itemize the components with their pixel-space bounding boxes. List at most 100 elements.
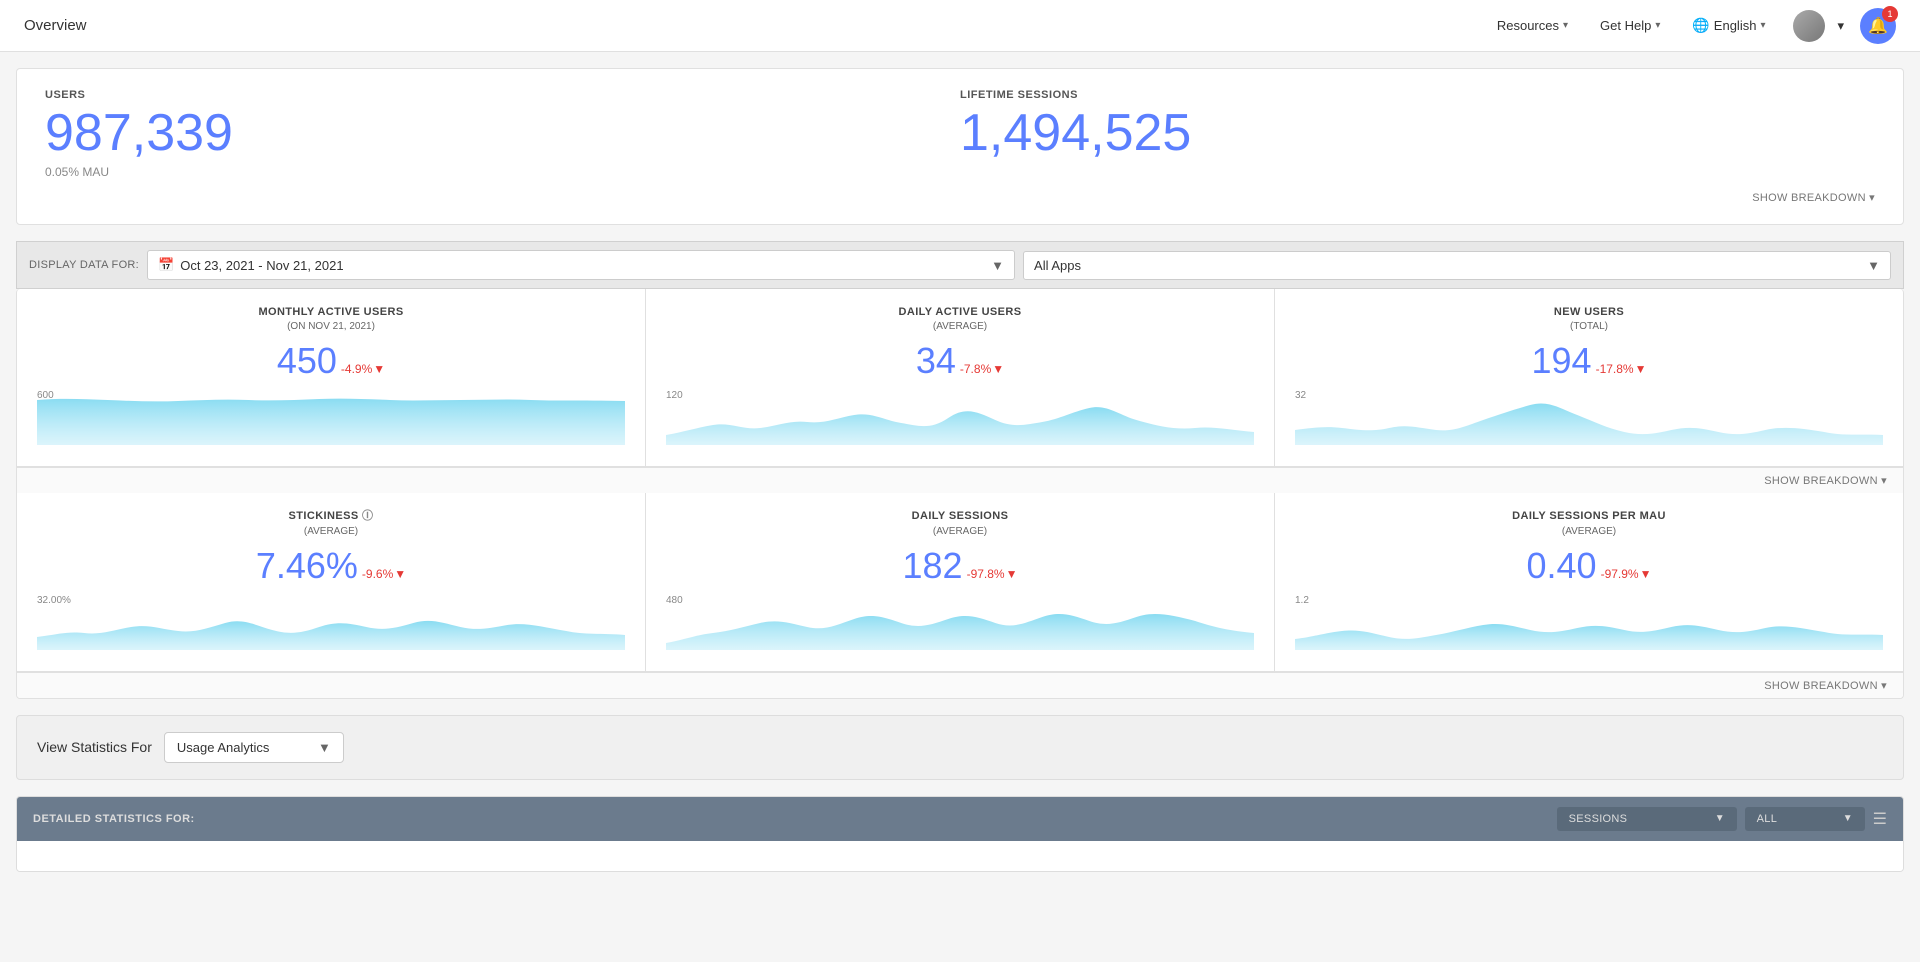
- metric-dspm-title: DAILY SESSIONS PER MAU: [1295, 509, 1883, 523]
- stickiness-chart-label: 32.00%: [37, 595, 71, 606]
- daily-sessions-trend-icon: ▼: [1006, 567, 1018, 581]
- metric-dspm-value-row: 0.40 -97.9% ▼: [1295, 545, 1883, 587]
- metric-stickiness-chart: 32.00%: [37, 595, 625, 655]
- sessions-label: LIFETIME SESSIONS: [960, 89, 1875, 101]
- daily-sessions-sparkline: [666, 595, 1254, 650]
- metric-new-users-chart: 32: [1295, 390, 1883, 450]
- nav-right-area: Resources ▾ Get Help ▾ 🌐 English ▾ ▾ 🔔 1: [1485, 6, 1896, 46]
- new-users-trend-icon: ▼: [1635, 362, 1647, 376]
- daily-sessions-chart-label: 480: [666, 595, 683, 606]
- metric-mau-value: 450: [277, 340, 337, 382]
- metric-dspm-chart: 1.2: [1295, 595, 1883, 655]
- hamburger-icon[interactable]: ☰: [1873, 809, 1887, 829]
- top-navigation: Overview Resources ▾ Get Help ▾ 🌐 Englis…: [0, 0, 1920, 52]
- metric-new-users: NEW USERS (TOTAL) 194 -17.8% ▼ 32: [1275, 289, 1903, 466]
- get-help-label: Get Help: [1600, 18, 1651, 33]
- metrics-row1-breakdown-button[interactable]: SHOW BREAKDOWN ▾: [1764, 474, 1887, 487]
- metrics-row2-footer: SHOW BREAKDOWN ▾: [17, 672, 1903, 698]
- main-content: USERS 987,339 0.05% MAU LIFETIME SESSION…: [0, 68, 1920, 872]
- metric-mau-change: -4.9% ▼: [341, 362, 385, 376]
- metric-new-users-value: 194: [1532, 340, 1592, 382]
- dspm-trend-icon: ▼: [1640, 567, 1652, 581]
- notification-button[interactable]: 🔔 1: [1860, 8, 1896, 44]
- metric-new-users-subtitle: (TOTAL): [1295, 321, 1883, 332]
- show-breakdown-button[interactable]: SHOW BREAKDOWN ▾: [1752, 191, 1875, 204]
- metric-stickiness-subtitle: (AVERAGE): [37, 526, 625, 537]
- metrics-row-2: STICKINESS ⓘ (AVERAGE) 7.46% -9.6% ▼ 32.…: [17, 493, 1903, 671]
- metrics-row2-breakdown-button[interactable]: SHOW BREAKDOWN ▾: [1764, 679, 1887, 692]
- resources-label: Resources: [1497, 18, 1559, 33]
- user-menu[interactable]: ▾: [1785, 6, 1852, 46]
- metric-daily-sessions-value: 182: [903, 545, 963, 587]
- detailed-stats-all-selector[interactable]: ALL ▼: [1745, 807, 1865, 831]
- app-filter-selector[interactable]: All Apps ▼: [1023, 251, 1891, 280]
- app-dropdown-arrow-icon: ▼: [1867, 258, 1880, 273]
- metric-stickiness-change: -9.6% ▼: [362, 567, 406, 581]
- view-stats-label: View Statistics For: [37, 739, 152, 755]
- sessions-dropdown-arrow-icon: ▼: [1715, 813, 1725, 824]
- language-button[interactable]: 🌐 English ▾: [1680, 11, 1777, 40]
- users-value: 987,339: [45, 107, 960, 159]
- view-stats-row: View Statistics For Usage Analytics ▼: [37, 732, 1883, 763]
- dau-sparkline: [666, 390, 1254, 445]
- stickiness-info-icon: ⓘ: [362, 510, 373, 522]
- globe-icon: 🌐: [1692, 17, 1709, 34]
- metric-daily-sessions-value-row: 182 -97.8% ▼: [666, 545, 1254, 587]
- sessions-stat-block: LIFETIME SESSIONS 1,494,525: [960, 89, 1875, 179]
- metric-dau-value: 34: [916, 340, 956, 382]
- notification-badge: 1: [1882, 6, 1898, 22]
- dspm-sparkline: [1295, 595, 1883, 650]
- metric-daily-sessions-change: -97.8% ▼: [967, 567, 1018, 581]
- metric-dau-subtitle: (AVERAGE): [666, 321, 1254, 332]
- mau-chart-label: 600: [37, 390, 54, 401]
- new-users-sparkline: [1295, 390, 1883, 445]
- metric-dau-title: DAILY ACTIVE USERS: [666, 305, 1254, 319]
- metric-mau-value-row: 450 -4.9% ▼: [37, 340, 625, 382]
- metric-daily-sessions: DAILY SESSIONS (AVERAGE) 182 -97.8% ▼ 48…: [646, 493, 1275, 670]
- metric-mau-chart: 600: [37, 390, 625, 450]
- view-stats-selector[interactable]: Usage Analytics ▼: [164, 732, 344, 763]
- metrics-row1-footer: SHOW BREAKDOWN ▾: [17, 467, 1903, 493]
- mau-sparkline: [37, 390, 625, 445]
- metric-new-users-title: NEW USERS: [1295, 305, 1883, 319]
- metric-daily-sessions-per-mau: DAILY SESSIONS PER MAU (AVERAGE) 0.40 -9…: [1275, 493, 1903, 670]
- metrics-row-1: MONTHLY ACTIVE USERS (ON NOV 21, 2021) 4…: [17, 289, 1903, 467]
- metric-mau-subtitle: (ON NOV 21, 2021): [37, 321, 625, 332]
- language-arrow-icon: ▾: [1760, 20, 1765, 31]
- date-range-text: Oct 23, 2021 - Nov 21, 2021: [180, 258, 985, 273]
- filter-bar: DISPLAY DATA FOR: 📅 Oct 23, 2021 - Nov 2…: [16, 241, 1904, 289]
- app-filter-text: All Apps: [1034, 258, 1867, 273]
- dau-chart-label: 120: [666, 390, 683, 401]
- avatar: [1793, 10, 1825, 42]
- metric-daily-sessions-title: DAILY SESSIONS: [666, 509, 1254, 523]
- metric-daily-sessions-chart: 480: [666, 595, 1254, 655]
- dau-trend-icon: ▼: [992, 362, 1004, 376]
- language-label: English: [1714, 18, 1757, 33]
- stats-row: USERS 987,339 0.05% MAU LIFETIME SESSION…: [45, 89, 1875, 179]
- metric-new-users-value-row: 194 -17.8% ▼: [1295, 340, 1883, 382]
- metric-stickiness-title: STICKINESS ⓘ: [37, 509, 625, 523]
- detailed-stats-header: DETAILED STATISTICS FOR: SESSIONS ▼ ALL …: [17, 797, 1903, 841]
- get-help-button[interactable]: Get Help ▾: [1588, 12, 1672, 39]
- new-users-chart-label: 32: [1295, 390, 1306, 401]
- metric-dspm-value: 0.40: [1527, 545, 1597, 587]
- metric-mau-title: MONTHLY ACTIVE USERS: [37, 305, 625, 319]
- dspm-chart-label: 1.2: [1295, 595, 1309, 606]
- metric-dau-change: -7.8% ▼: [960, 362, 1004, 376]
- view-stats-arrow-icon: ▼: [318, 740, 331, 755]
- date-range-selector[interactable]: 📅 Oct 23, 2021 - Nov 21, 2021 ▼: [147, 250, 1015, 280]
- stickiness-sparkline: [37, 595, 625, 650]
- stickiness-trend-icon: ▼: [394, 567, 406, 581]
- view-stats-selected: Usage Analytics: [177, 740, 312, 755]
- metrics-grid: MONTHLY ACTIVE USERS (ON NOV 21, 2021) 4…: [16, 289, 1904, 699]
- detailed-stats-title: DETAILED STATISTICS FOR:: [33, 813, 1557, 825]
- all-dropdown-arrow-icon: ▼: [1843, 813, 1853, 824]
- calendar-icon: 📅: [158, 257, 174, 273]
- sessions-label: SESSIONS: [1569, 813, 1709, 825]
- sessions-value: 1,494,525: [960, 107, 1875, 159]
- resources-button[interactable]: Resources ▾: [1485, 12, 1580, 39]
- all-label: ALL: [1757, 813, 1837, 825]
- metric-monthly-active-users: MONTHLY ACTIVE USERS (ON NOV 21, 2021) 4…: [17, 289, 646, 466]
- metric-stickiness: STICKINESS ⓘ (AVERAGE) 7.46% -9.6% ▼ 32.…: [17, 493, 646, 670]
- detailed-stats-sessions-selector[interactable]: SESSIONS ▼: [1557, 807, 1737, 831]
